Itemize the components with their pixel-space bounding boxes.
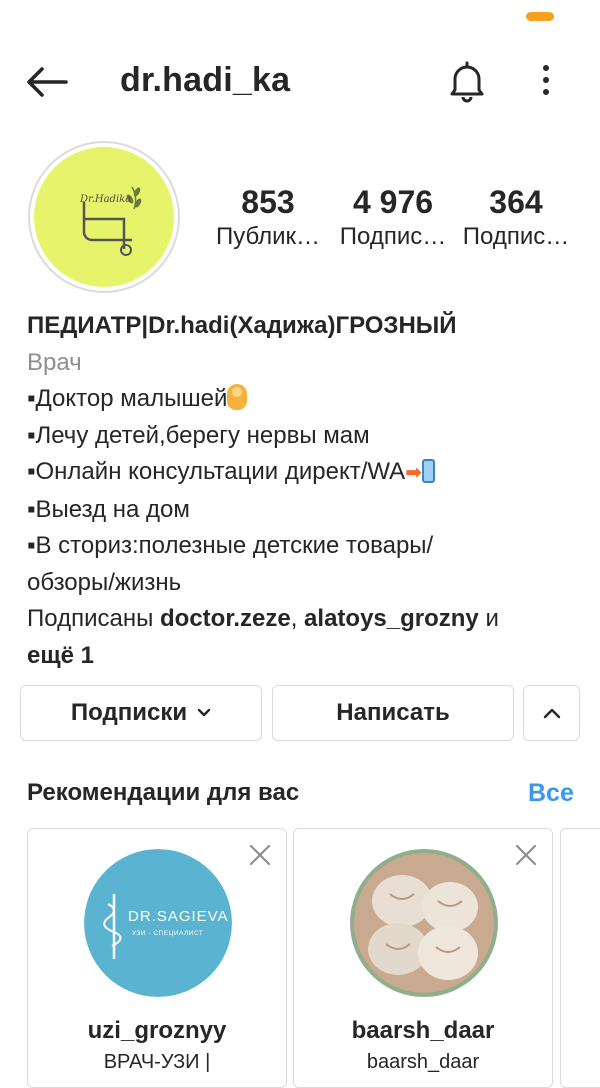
chevron-down-icon xyxy=(197,708,211,718)
suggestion-card[interactable]: DR.SAGIEVA УЗИ - СПЕЦИАЛИСТ uzi_groznyy … xyxy=(27,828,287,1088)
bio-line: ▪Лечу детей,берегу нервы мам xyxy=(27,421,370,449)
bio-line-text: ▪Доктор малышей xyxy=(27,385,228,412)
more-options-button[interactable] xyxy=(530,60,562,104)
followers-label: Подпис… xyxy=(339,223,447,250)
profile-username-title: dr.hadi_ka xyxy=(120,61,291,99)
suggestion-avatar[interactable] xyxy=(350,849,498,997)
followed-separator: , xyxy=(290,605,305,632)
avatar-brand-subtext: УЗИ - СПЕЦИАЛИСТ xyxy=(132,930,203,937)
followed-prefix: Подписаны xyxy=(27,605,160,632)
bio-line: ▪Выезд на дом xyxy=(27,495,190,523)
suggestion-avatar[interactable]: DR.SAGIEVA УЗИ - СПЕЦИАЛИСТ xyxy=(84,849,232,997)
close-icon xyxy=(249,844,271,866)
following-button-label: Подписки xyxy=(70,699,188,726)
arrow-right-emoji-icon: ➡ xyxy=(405,462,422,484)
profile-bio: ПЕДИАТР|Dr.hadi(Хадижа)ГРОЗНЫЙ Врач ▪Док… xyxy=(27,308,577,674)
phone-emoji-icon xyxy=(421,459,435,483)
following-button[interactable]: Подписки xyxy=(20,685,262,741)
following-label: Подпис… xyxy=(462,223,570,250)
more-vertical-icon xyxy=(543,65,549,95)
bio-line: ▪Доктор малышей xyxy=(27,381,577,418)
profile-display-name: ПЕДИАТР|Dr.hadi(Хадижа)ГРОЗНЫЙ xyxy=(27,312,457,339)
notifications-button[interactable] xyxy=(444,58,490,104)
stat-followers[interactable]: 4 976 Подпис… xyxy=(333,182,453,252)
caduceus-logo-icon: DR.SAGIEVA УЗИ - СПЕЦИАЛИСТ xyxy=(84,849,232,997)
avatar-brand-text: DR.SAGIEVA xyxy=(128,908,229,925)
followed-user-link[interactable]: alatoys_grozny xyxy=(304,605,479,632)
profile-header: dr.hadi_ka xyxy=(0,50,600,114)
avatar-image: Dr.Hadika xyxy=(34,147,174,287)
suggestions-title: Рекомендации для вас xyxy=(27,779,300,806)
bio-line: обзоры/жизнь xyxy=(27,568,182,596)
followed-and: и xyxy=(478,605,499,632)
message-button[interactable]: Написать xyxy=(272,685,514,741)
suggestion-username[interactable]: uzi_groznyy xyxy=(28,1017,286,1045)
profile-category: Врач xyxy=(27,348,82,376)
avatar-logo-text: Dr.Hadika xyxy=(80,194,132,205)
dismiss-suggestion-button[interactable] xyxy=(514,843,538,867)
stat-following[interactable]: 364 Подпис… xyxy=(457,182,575,252)
suggestion-card[interactable] xyxy=(560,828,600,1088)
following-count: 364 xyxy=(489,184,543,220)
baby-emoji-icon xyxy=(227,384,248,410)
back-button[interactable] xyxy=(22,62,70,102)
chevron-up-icon xyxy=(543,708,560,719)
followed-by-more[interactable]: ещё 1 xyxy=(27,638,577,675)
followers-count: 4 976 xyxy=(352,184,434,220)
followed-by[interactable]: Подписаны doctor.zeze, alatoys_grozny и xyxy=(27,601,577,638)
food-photo-image xyxy=(350,849,498,997)
dismiss-suggestion-button[interactable] xyxy=(248,843,272,867)
suggestions-see-all-link[interactable]: Все xyxy=(528,779,574,808)
message-button-label: Написать xyxy=(336,699,450,726)
bio-line: ▪В сториз:полезные детские товары/ xyxy=(27,532,434,559)
stethoscope-logo-icon xyxy=(82,186,142,256)
followed-more-link[interactable]: ещё 1 xyxy=(27,642,94,669)
suggestions-toggle-button[interactable] xyxy=(523,685,580,741)
bio-line: ▪Онлайн консультации директ/WA➡ xyxy=(27,454,577,492)
close-icon xyxy=(515,844,537,866)
suggestion-username[interactable]: baarsh_daar xyxy=(294,1017,552,1045)
stat-posts[interactable]: 853 Публик… xyxy=(208,182,328,252)
suggestion-card[interactable]: baarsh_daar baarsh_daar xyxy=(293,828,553,1088)
arrow-left-icon xyxy=(27,67,68,97)
followed-user-link[interactable]: doctor.zeze xyxy=(160,605,291,632)
posts-label: Публик… xyxy=(215,223,321,250)
bell-icon xyxy=(450,61,484,103)
posts-count: 853 xyxy=(241,184,295,220)
status-indicator xyxy=(526,12,554,21)
suggestion-subtitle: baarsh_daar xyxy=(366,1051,480,1073)
bio-line-text: ▪Онлайн консультации директ/WA xyxy=(27,458,406,485)
profile-avatar[interactable]: Dr.Hadika xyxy=(28,141,180,293)
suggestion-subtitle: ВРАЧ-УЗИ | xyxy=(103,1051,211,1073)
